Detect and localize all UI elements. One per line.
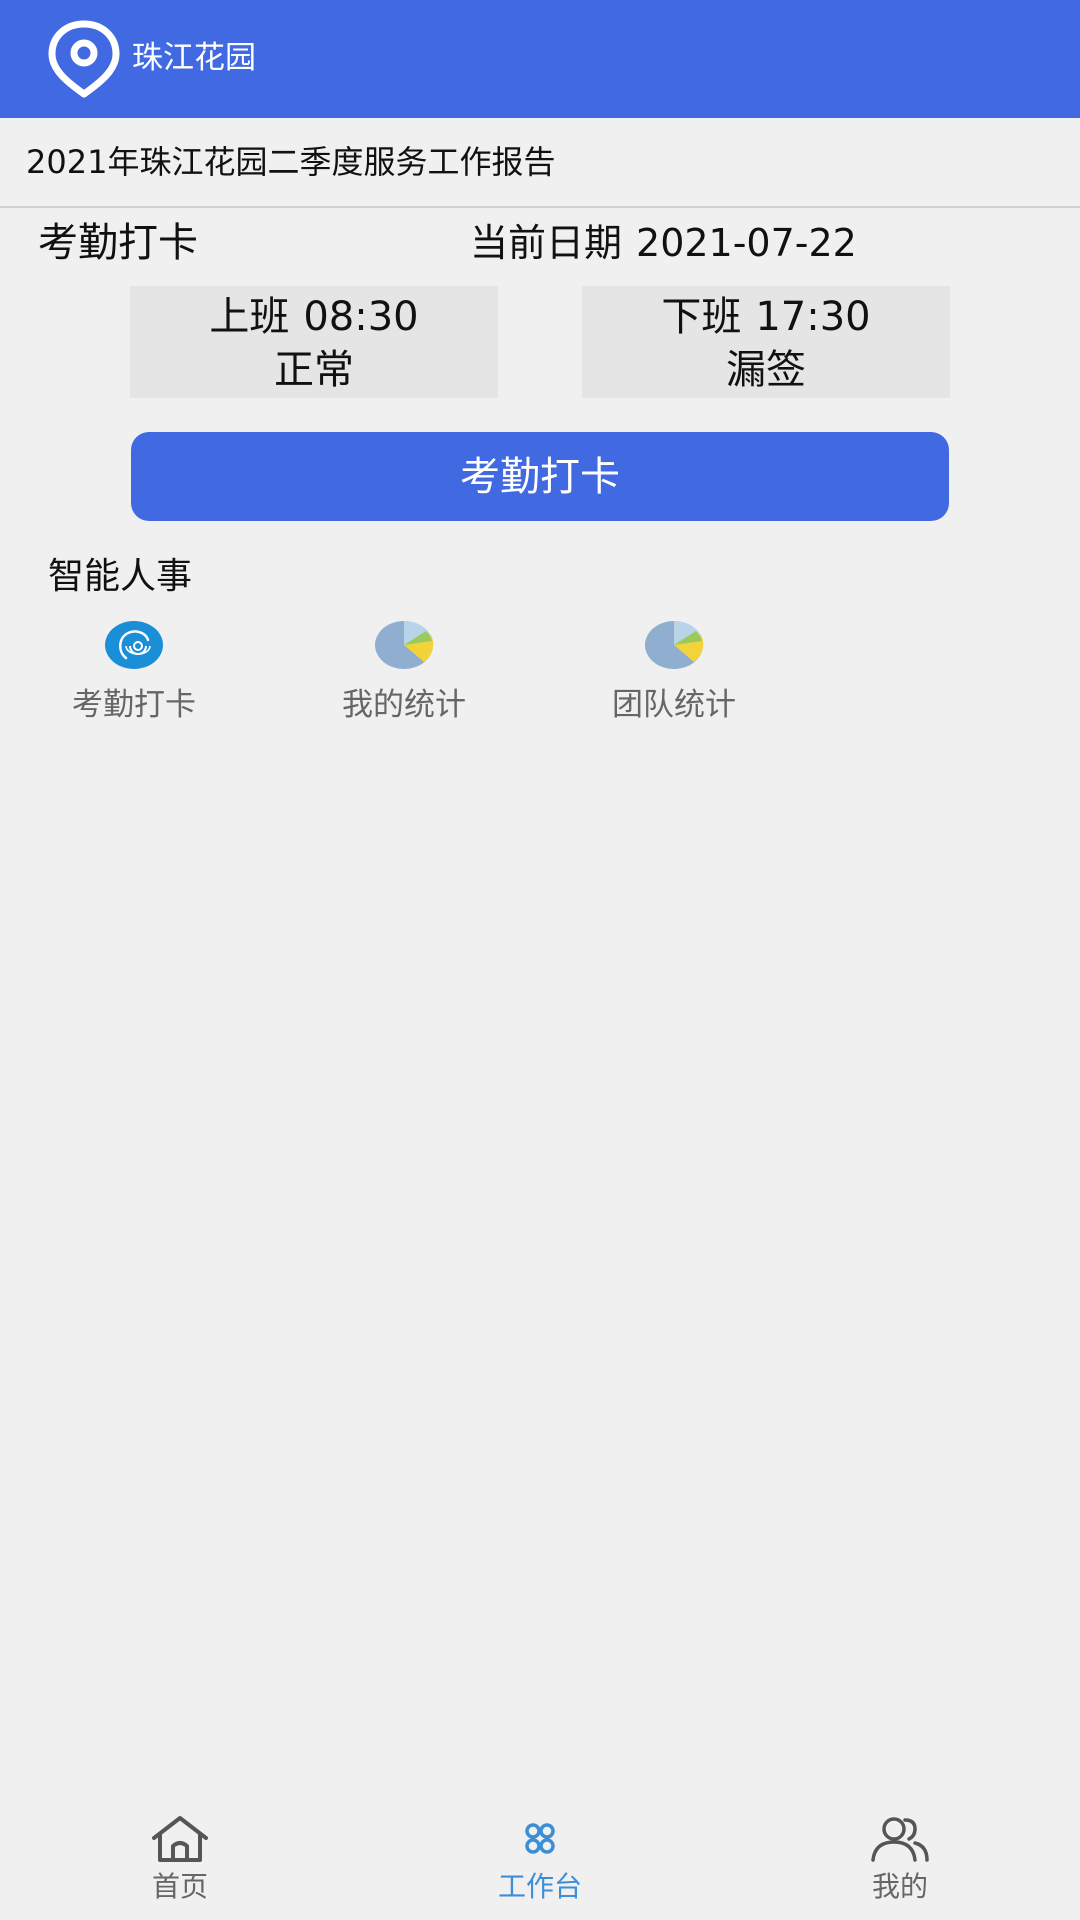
tab-label: 我的 xyxy=(871,1870,928,1903)
current-date-label: 当前日期 xyxy=(470,221,623,265)
on-duty-box: 上班 08:30 正常 xyxy=(130,286,498,398)
attendance-title: 考勤打卡 xyxy=(38,220,198,266)
off-duty-label: 下班 xyxy=(661,294,742,340)
on-duty-time: 08:30 xyxy=(303,294,419,340)
off-duty-status: 漏签 xyxy=(726,347,806,393)
tab-workbench[interactable]: 工作台 xyxy=(440,1814,640,1906)
fingerprint-icon xyxy=(105,621,163,669)
feature-team-stats[interactable]: 团队统计 xyxy=(584,620,764,726)
feature-attendance[interactable]: 考勤打卡 xyxy=(44,620,224,726)
feature-my-stats[interactable]: 我的统计 xyxy=(314,620,494,726)
on-duty-status: 正常 xyxy=(274,347,354,393)
on-duty-label: 上班 xyxy=(209,294,290,340)
tab-me[interactable]: 我的 xyxy=(800,1814,1000,1906)
home-icon xyxy=(152,1816,208,1862)
smart-hr-title: 智能人事 xyxy=(48,556,193,597)
notice-text[interactable]: 2021年珠江花园二季度服务工作报告 xyxy=(26,140,555,184)
off-duty-time: 17:30 xyxy=(755,294,871,340)
pie-chart-icon xyxy=(375,621,434,669)
feature-label: 考勤打卡 xyxy=(72,687,196,723)
location-pin-icon xyxy=(48,20,120,98)
off-duty-box: 下班 17:30 漏签 xyxy=(582,286,950,398)
on-duty-line: 上班 08:30 xyxy=(130,290,498,344)
app-title: 珠江花园 xyxy=(132,40,256,76)
users-icon xyxy=(871,1817,929,1862)
current-date-value: 2021-07-22 xyxy=(636,221,857,265)
current-date: 当前日期 2021-07-22 xyxy=(470,216,857,270)
tab-home[interactable]: 首页 xyxy=(80,1814,280,1906)
punch-in-button[interactable]: 考勤打卡 xyxy=(131,432,949,521)
tab-label: 首页 xyxy=(151,1870,208,1903)
feature-label: 团队统计 xyxy=(612,687,736,723)
tab-label: 工作台 xyxy=(497,1870,582,1903)
off-duty-line: 下班 17:30 xyxy=(582,290,950,344)
notice-bar[interactable]: 2021年珠江花园二季度服务工作报告 xyxy=(0,118,1080,208)
app-header: 珠江花园 xyxy=(0,0,1080,118)
workbench-icon xyxy=(525,1823,555,1854)
feature-label: 我的统计 xyxy=(342,687,466,723)
bottom-tab-bar: 首页 工作台 我的 xyxy=(0,1800,1080,1920)
pie-chart-icon xyxy=(645,621,704,669)
